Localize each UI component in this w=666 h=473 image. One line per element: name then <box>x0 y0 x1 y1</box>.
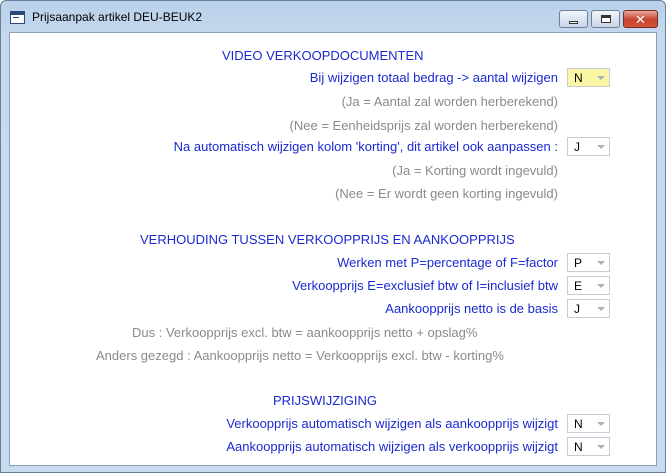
label-purchase-net-basis: Aankoopprijs netto is de basis <box>385 301 558 316</box>
combo-purchase-net-basis[interactable]: J <box>567 299 610 318</box>
combo-value: P <box>574 256 583 270</box>
label-auto-change-purchase-price: Aankoopprijs automatisch wijzigen als ve… <box>226 439 558 454</box>
minimize-icon <box>569 20 578 24</box>
note-nee-unitprice: (Nee = Eenheidsprijs zal worden herberek… <box>289 118 558 133</box>
combo-value: N <box>574 417 583 431</box>
maximize-icon <box>600 15 611 23</box>
minimize-button[interactable] <box>559 10 588 28</box>
combo-auto-change-purchase-price[interactable]: N <box>567 437 610 456</box>
note-nee-discount: (Nee = Er wordt geen korting ingevuld) <box>335 186 558 201</box>
chevron-down-icon[interactable] <box>593 278 608 293</box>
label-percentage-or-factor: Werken met P=percentage of F=factor <box>337 255 558 270</box>
chevron-down-icon[interactable] <box>593 255 608 270</box>
chevron-down-icon[interactable] <box>593 301 608 316</box>
note-ja-discount: (Ja = Korting wordt ingevuld) <box>392 163 558 178</box>
close-button[interactable]: ✕ <box>623 10 658 28</box>
combo-value: N <box>574 440 583 454</box>
app-window: Prijsaanpak artikel DEU-BEUK2 ✕ VIDEO VE… <box>0 0 666 473</box>
combo-total-amount-change-quantity[interactable]: N <box>567 68 610 87</box>
label-discount-adjust: Na automatisch wijzigen kolom 'korting',… <box>173 139 558 154</box>
combo-percentage-or-factor[interactable]: P <box>567 253 610 272</box>
section-heading-video: VIDEO VERKOOPDOCUMENTEN <box>222 48 424 63</box>
note-ja-quantity: (Ja = Aantal zal worden herberekend) <box>341 94 558 109</box>
window-title: Prijsaanpak artikel DEU-BEUK2 <box>32 10 203 24</box>
chevron-down-icon[interactable] <box>593 416 608 431</box>
section-heading-verhouding: VERHOUDING TUSSEN VERKOOPPRIJS EN AANKOO… <box>140 232 515 247</box>
combo-discount-adjust[interactable]: J <box>567 137 610 156</box>
combo-exclusive-inclusive-vat[interactable]: E <box>567 276 610 295</box>
chevron-down-icon[interactable] <box>593 139 608 154</box>
combo-value: J <box>574 302 580 316</box>
maximize-button[interactable] <box>591 10 620 28</box>
chevron-down-icon[interactable] <box>593 439 608 454</box>
label-exclusive-inclusive-vat: Verkoopprijs E=exclusief btw of I=inclus… <box>292 278 558 293</box>
chevron-down-icon[interactable] <box>593 70 608 85</box>
combo-auto-change-sales-price[interactable]: N <box>567 414 610 433</box>
title-bar[interactable]: Prijsaanpak artikel DEU-BEUK2 ✕ <box>1 1 665 31</box>
combo-value: N <box>574 71 583 85</box>
combo-value: J <box>574 140 580 154</box>
section-heading-prijswijziging: PRIJSWIJZIGING <box>273 393 377 408</box>
label-total-amount-change-quantity: Bij wijzigen totaal bedrag -> aantal wij… <box>309 70 558 85</box>
settings-panel: VIDEO VERKOOPDOCUMENTEN Bij wijzigen tot… <box>9 32 657 466</box>
note-dus-formula: Dus : Verkoopprijs excl. btw = aankooppr… <box>132 325 478 340</box>
window-app-icon[interactable] <box>10 11 25 24</box>
note-anders-formula: Anders gezegd : Aankoopprijs netto = Ver… <box>96 348 504 363</box>
close-icon: ✕ <box>635 11 646 27</box>
label-auto-change-sales-price: Verkoopprijs automatisch wijzigen als aa… <box>226 416 558 431</box>
combo-value: E <box>574 279 583 293</box>
